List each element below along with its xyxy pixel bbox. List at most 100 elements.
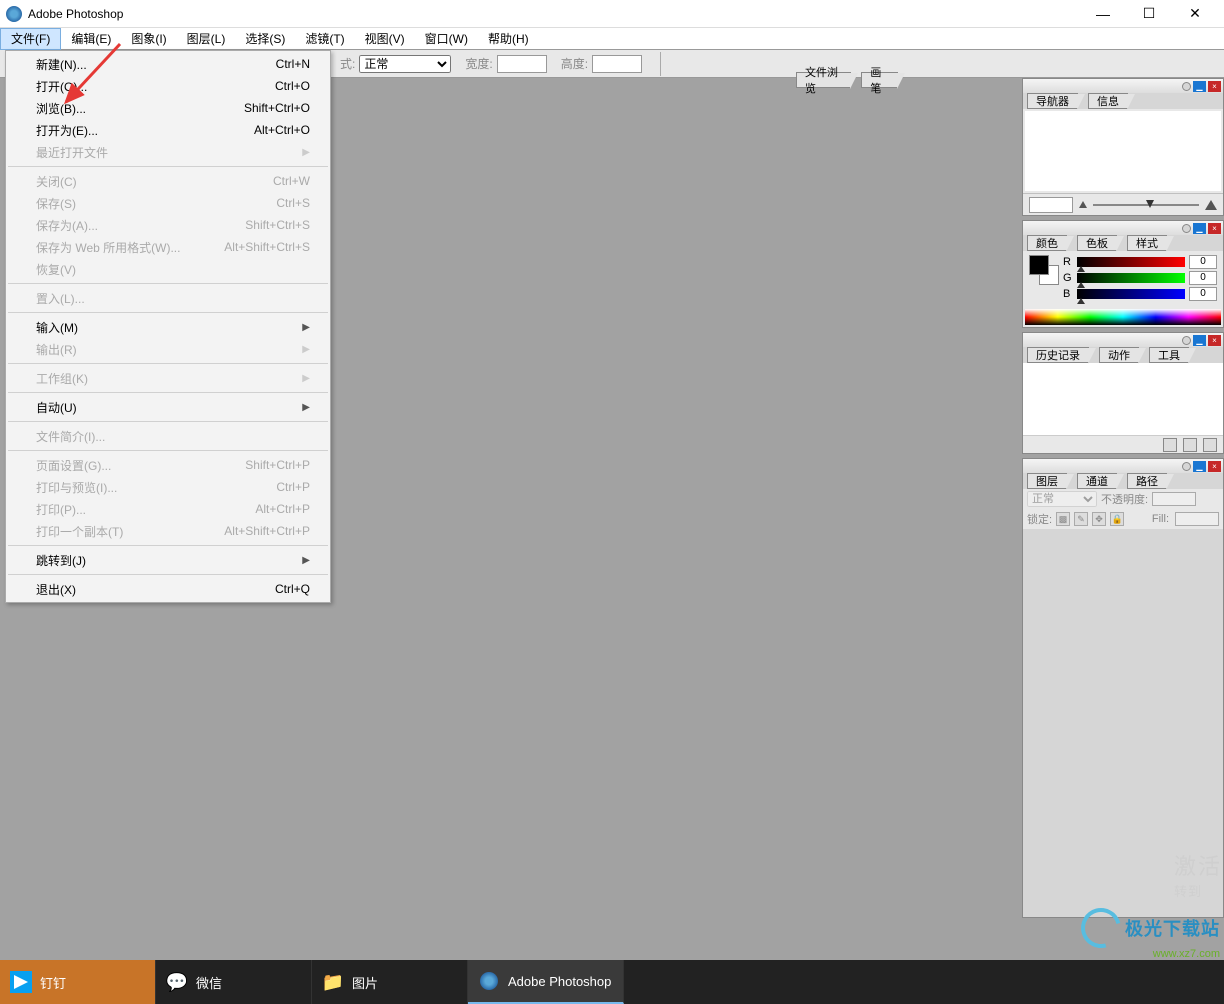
- panel-menu-icon[interactable]: [1182, 82, 1191, 91]
- right-panels: ▁× 导航器 信息 ▁× 颜色 色板 样式 R0 G0: [1022, 78, 1224, 918]
- menu-item-label: 打印(P)...: [36, 501, 86, 518]
- r-slider[interactable]: [1077, 257, 1185, 267]
- menu-help[interactable]: 帮助(H): [478, 28, 539, 50]
- menu-select[interactable]: 选择(S): [235, 28, 295, 50]
- foreground-color-swatch[interactable]: [1029, 255, 1049, 275]
- tab-file-browser[interactable]: 文件浏览: [796, 72, 851, 88]
- submenu-arrow-icon: ▶: [302, 147, 310, 158]
- fill-label: Fill:: [1152, 513, 1169, 525]
- menu-file[interactable]: 文件(F): [0, 28, 61, 50]
- menu-item-label: 置入(L)...: [36, 290, 85, 307]
- panel-close-icon[interactable]: ×: [1208, 223, 1221, 234]
- new-document-icon[interactable]: [1163, 438, 1177, 452]
- layer-blend-mode-select[interactable]: 正常: [1027, 491, 1097, 507]
- b-slider[interactable]: [1077, 289, 1185, 299]
- lock-move-icon[interactable]: ✥: [1092, 512, 1106, 526]
- height-input[interactable]: [592, 55, 642, 73]
- tab-tools[interactable]: 工具: [1149, 347, 1189, 363]
- lock-transparent-icon[interactable]: ▩: [1056, 512, 1070, 526]
- zoom-in-icon[interactable]: [1205, 200, 1217, 210]
- menu-item-shortcut: Alt+Shift+Ctrl+P: [224, 524, 310, 538]
- panel-close-icon[interactable]: ×: [1208, 335, 1221, 346]
- panel-menu-icon[interactable]: [1182, 336, 1191, 345]
- trash-icon[interactable]: [1203, 438, 1217, 452]
- app-icon: [6, 6, 22, 22]
- menu-image[interactable]: 图象(I): [121, 28, 176, 50]
- tab-brushes[interactable]: 画笔: [861, 72, 898, 88]
- dingtalk-icon: [10, 971, 32, 993]
- menu-item-14[interactable]: 输入(M)▶: [6, 316, 330, 338]
- menu-item-0[interactable]: 新建(N)...Ctrl+N: [6, 53, 330, 75]
- menu-item-19[interactable]: 自动(U)▶: [6, 396, 330, 418]
- submenu-arrow-icon: ▶: [302, 322, 310, 333]
- menu-filter[interactable]: 滤镜(T): [295, 28, 354, 50]
- tab-navigator[interactable]: 导航器: [1027, 93, 1078, 109]
- panel-close-icon[interactable]: ×: [1208, 461, 1221, 472]
- menu-item-shortcut: Alt+Ctrl+P: [255, 502, 310, 516]
- panel-minimize-icon[interactable]: ▁: [1193, 223, 1206, 234]
- panel-menu-icon[interactable]: [1182, 462, 1191, 471]
- menu-item-12: 置入(L)...: [6, 287, 330, 309]
- menu-item-label: 浏览(B)...: [36, 100, 86, 117]
- blend-mode-select[interactable]: 正常: [359, 55, 451, 73]
- tab-history[interactable]: 历史记录: [1027, 347, 1089, 363]
- panel-minimize-icon[interactable]: ▁: [1193, 81, 1206, 92]
- menu-layer[interactable]: 图层(L): [177, 28, 236, 50]
- tab-swatches[interactable]: 色板: [1077, 235, 1117, 251]
- zoom-slider[interactable]: [1093, 204, 1199, 206]
- width-label: 宽度:: [465, 55, 492, 72]
- divider: [660, 52, 661, 76]
- fg-bg-swatches[interactable]: [1029, 255, 1059, 297]
- menu-item-7: 保存(S)Ctrl+S: [6, 192, 330, 214]
- opacity-input[interactable]: [1152, 492, 1196, 506]
- lock-all-icon[interactable]: 🔒: [1110, 512, 1124, 526]
- tab-styles[interactable]: 样式: [1127, 235, 1167, 251]
- maximize-button[interactable]: ☐: [1126, 0, 1172, 28]
- new-snapshot-icon[interactable]: [1183, 438, 1197, 452]
- opacity-label: 不透明度:: [1101, 491, 1148, 507]
- menu-separator: [8, 363, 328, 364]
- zoom-out-icon[interactable]: [1079, 201, 1087, 208]
- menu-item-label: 恢复(V): [36, 261, 76, 278]
- zoom-input[interactable]: [1029, 197, 1073, 213]
- tab-info[interactable]: 信息: [1088, 93, 1128, 109]
- menu-window[interactable]: 窗口(W): [415, 28, 478, 50]
- menu-item-28[interactable]: 跳转到(J)▶: [6, 549, 330, 571]
- width-input[interactable]: [497, 55, 547, 73]
- g-value[interactable]: 0: [1189, 271, 1217, 285]
- minimize-button[interactable]: —: [1080, 0, 1126, 28]
- taskbar-item-photoshop[interactable]: Adobe Photoshop: [468, 960, 624, 1004]
- menu-item-label: 页面设置(G)...: [36, 457, 111, 474]
- tab-layers[interactable]: 图层: [1027, 473, 1067, 489]
- menu-edit[interactable]: 编辑(E): [61, 28, 121, 50]
- close-button[interactable]: ✕: [1172, 0, 1218, 28]
- window-titlebar: Adobe Photoshop — ☐ ✕: [0, 0, 1224, 28]
- submenu-arrow-icon: ▶: [302, 373, 310, 384]
- b-value[interactable]: 0: [1189, 287, 1217, 301]
- r-value[interactable]: 0: [1189, 255, 1217, 269]
- taskbar-item-dingtalk[interactable]: 钉钉: [0, 960, 156, 1004]
- menu-item-3[interactable]: 打开为(E)...Alt+Ctrl+O: [6, 119, 330, 141]
- menu-item-30[interactable]: 退出(X)Ctrl+Q: [6, 578, 330, 600]
- menu-item-2[interactable]: 浏览(B)...Shift+Ctrl+O: [6, 97, 330, 119]
- panel-minimize-icon[interactable]: ▁: [1193, 335, 1206, 346]
- folder-icon: 📁: [322, 971, 344, 993]
- tab-paths[interactable]: 路径: [1127, 473, 1167, 489]
- menu-item-1[interactable]: 打开(O)... Ctrl+O: [6, 75, 330, 97]
- taskbar-item-wechat[interactable]: 💬 微信: [156, 960, 312, 1004]
- menu-item-shortcut: Ctrl+O: [275, 79, 310, 93]
- tab-color[interactable]: 颜色: [1027, 235, 1067, 251]
- panel-minimize-icon[interactable]: ▁: [1193, 461, 1206, 472]
- panel-close-icon[interactable]: ×: [1208, 81, 1221, 92]
- fill-input[interactable]: [1175, 512, 1219, 526]
- color-spectrum[interactable]: [1025, 309, 1221, 325]
- lock-brush-icon[interactable]: ✎: [1074, 512, 1088, 526]
- tab-actions[interactable]: 动作: [1099, 347, 1139, 363]
- taskbar-item-pictures[interactable]: 📁 图片: [312, 960, 468, 1004]
- panel-menu-icon[interactable]: [1182, 224, 1191, 233]
- tab-channels[interactable]: 通道: [1077, 473, 1117, 489]
- menu-item-shortcut: Shift+Ctrl+P: [245, 458, 310, 472]
- menu-view[interactable]: 视图(V): [355, 28, 415, 50]
- g-slider[interactable]: [1077, 273, 1185, 283]
- menu-item-label: 打开(O)...: [36, 78, 87, 95]
